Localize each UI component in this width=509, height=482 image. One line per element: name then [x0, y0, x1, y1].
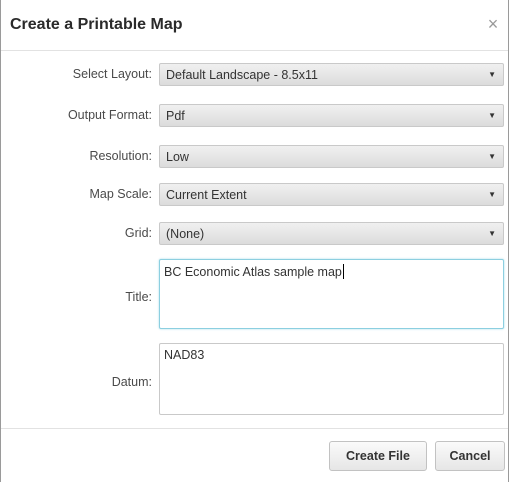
format-select[interactable]: Pdf ▼ [159, 104, 504, 127]
resolution-label: Resolution: [89, 149, 152, 163]
layout-label: Select Layout: [72, 67, 152, 81]
grid-select[interactable]: (None) ▼ [159, 222, 504, 245]
scale-label: Map Scale: [89, 187, 152, 201]
grid-select-value: (None) [166, 227, 205, 241]
datum-input-value: NAD83 [164, 348, 205, 362]
create-file-button[interactable]: Create File [329, 441, 427, 471]
title-input-value: BC Economic Atlas sample map [164, 264, 344, 279]
chevron-down-icon: ▼ [488, 190, 496, 199]
grid-label: Grid: [124, 226, 152, 240]
chevron-down-icon: ▼ [488, 111, 496, 120]
dialog-title: Create a Printable Map [10, 16, 183, 33]
format-label: Output Format: [67, 108, 152, 122]
layout-select-value: Default Landscape - 8.5x11 [166, 68, 318, 82]
chevron-down-icon: ▼ [488, 70, 496, 79]
datum-input[interactable]: NAD83 [159, 343, 504, 415]
footer-divider [1, 428, 508, 429]
layout-select[interactable]: Default Landscape - 8.5x11 ▼ [159, 63, 504, 86]
title-label: Title: [125, 290, 152, 304]
title-input-text: BC Economic Atlas sample map [164, 265, 342, 279]
resolution-select-value: Low [166, 150, 189, 164]
format-select-value: Pdf [166, 109, 185, 123]
scale-select[interactable]: Current Extent ▼ [159, 183, 504, 206]
dialog-header: Create a Printable Map × [1, 0, 508, 51]
text-caret [342, 264, 344, 279]
datum-label: Datum: [111, 375, 152, 389]
print-map-dialog: Create a Printable Map × Select Layout: … [0, 0, 509, 482]
resolution-select[interactable]: Low ▼ [159, 145, 504, 168]
cancel-button[interactable]: Cancel [435, 441, 505, 471]
chevron-down-icon: ▼ [488, 152, 496, 161]
title-input[interactable]: BC Economic Atlas sample map [159, 259, 504, 329]
chevron-down-icon: ▼ [488, 229, 496, 238]
scale-select-value: Current Extent [166, 188, 247, 202]
close-icon[interactable]: × [485, 14, 501, 34]
